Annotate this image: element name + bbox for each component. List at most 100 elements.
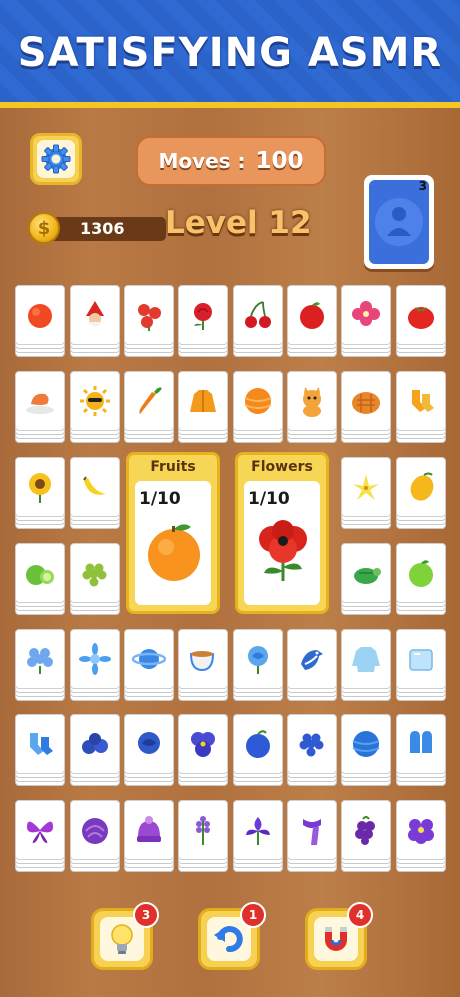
tile[interactable] [124,800,174,860]
tile[interactable] [178,714,228,774]
hint-button[interactable]: 3 [91,902,159,970]
tile-stack[interactable] [70,714,120,788]
tile-stack[interactable] [233,285,283,359]
tile[interactable] [396,457,446,517]
tile-stack[interactable] [341,714,391,788]
tile-stack[interactable] [287,800,337,874]
tile[interactable] [233,371,283,431]
tile-stack[interactable] [70,371,120,445]
tile[interactable] [15,543,65,603]
tile-stack[interactable] [15,371,65,445]
tile-stack[interactable] [233,800,283,874]
tile-stack[interactable] [396,543,446,617]
tile-stack[interactable] [124,629,174,703]
tile[interactable] [15,371,65,431]
tile[interactable] [341,371,391,431]
tile[interactable] [178,629,228,689]
tile[interactable] [287,800,337,860]
tile[interactable] [396,629,446,689]
tile-stack[interactable] [15,543,65,617]
tile[interactable] [70,285,120,345]
tile-stack[interactable] [124,285,174,359]
tile[interactable] [341,714,391,774]
tile[interactable] [124,629,174,689]
tile[interactable] [341,457,391,517]
tile-stack[interactable] [233,714,283,788]
tile[interactable] [287,629,337,689]
tile-stack[interactable] [70,629,120,703]
tile-stack[interactable] [178,800,228,874]
tile[interactable] [341,543,391,603]
tile-stack[interactable] [124,371,174,445]
tile-stack[interactable] [287,285,337,359]
tile-stack[interactable] [341,543,391,617]
tile-stack[interactable] [287,714,337,788]
tile-stack[interactable] [70,543,120,617]
tile-stack[interactable] [70,285,120,359]
magnet-button[interactable]: 4 [305,902,373,970]
tile-stack[interactable] [396,371,446,445]
tile[interactable] [15,457,65,517]
tile-stack[interactable] [341,629,391,703]
tile[interactable] [178,371,228,431]
tile-stack[interactable] [15,457,65,531]
tile[interactable] [341,285,391,345]
tile[interactable] [15,714,65,774]
tile-stack[interactable] [287,371,337,445]
undo-button[interactable]: 1 [198,902,266,970]
tile[interactable] [70,800,120,860]
tile[interactable] [70,543,120,603]
tile-stack[interactable] [396,800,446,874]
tile-stack[interactable] [287,629,337,703]
tile-stack[interactable] [178,285,228,359]
tile[interactable] [233,714,283,774]
tile-stack[interactable] [233,371,283,445]
tile[interactable] [233,629,283,689]
tile-stack[interactable] [15,629,65,703]
tile-stack[interactable] [70,457,120,531]
tile-stack[interactable] [15,714,65,788]
tile[interactable] [396,371,446,431]
tile[interactable] [124,714,174,774]
tile-stack[interactable] [396,629,446,703]
tile[interactable] [341,800,391,860]
tile-stack[interactable] [178,371,228,445]
tile[interactable] [341,629,391,689]
tile[interactable] [124,285,174,345]
tile[interactable] [15,800,65,860]
tile[interactable] [70,714,120,774]
tile[interactable] [233,800,283,860]
tile-stack[interactable] [178,629,228,703]
tile-stack[interactable] [178,714,228,788]
tile[interactable] [15,629,65,689]
tile[interactable] [287,714,337,774]
card-deck[interactable]: 3 [364,175,434,269]
tile-stack[interactable] [396,714,446,788]
settings-button[interactable] [30,133,82,185]
tile-stack[interactable] [124,714,174,788]
tile-stack[interactable] [233,629,283,703]
tile[interactable] [287,371,337,431]
tile-stack[interactable] [341,457,391,531]
tile[interactable] [233,285,283,345]
tile-stack[interactable] [396,285,446,359]
tile[interactable] [396,800,446,860]
tile[interactable] [15,285,65,345]
tile[interactable] [178,285,228,345]
tile-stack[interactable] [70,800,120,874]
tile[interactable] [124,371,174,431]
tile[interactable] [396,714,446,774]
tile[interactable] [70,371,120,431]
tile-stack[interactable] [341,285,391,359]
tile[interactable] [70,457,120,517]
tile-stack[interactable] [124,800,174,874]
tile-stack[interactable] [341,371,391,445]
tile-stack[interactable] [396,457,446,531]
tile-stack[interactable] [15,285,65,359]
tile[interactable] [287,285,337,345]
tile[interactable] [178,800,228,860]
tile[interactable] [396,543,446,603]
tile-stack[interactable] [15,800,65,874]
tile[interactable] [396,285,446,345]
tile[interactable] [70,629,120,689]
